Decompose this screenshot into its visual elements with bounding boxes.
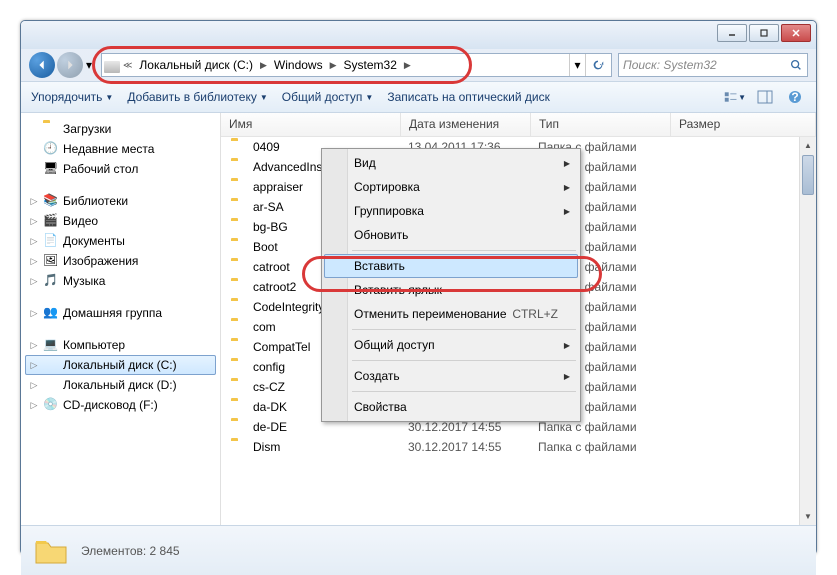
nav-history-dropdown[interactable]: ▾ [83, 55, 95, 75]
column-headers: Имя Дата изменения Тип Размер [221, 113, 816, 137]
sidebar-item-recent[interactable]: 🕘Недавние места [25, 139, 216, 159]
address-dropdown[interactable]: ▾ [569, 54, 585, 76]
menu-view[interactable]: Вид [324, 151, 578, 175]
scroll-thumb[interactable] [802, 155, 814, 195]
documents-icon: 📄 [43, 233, 59, 249]
vertical-scrollbar[interactable]: ▲ ▼ [799, 137, 816, 525]
sidebar-item-disk-c[interactable]: ▷Локальный диск (C:) [25, 355, 216, 375]
sidebar: Загрузки 🕘Недавние места 🖥Рабочий стол ▷… [21, 113, 221, 525]
explorer-window: ▾ ≪ Локальный диск (C:) ▶ Windows ▶ Syst… [20, 20, 817, 555]
chevron-right-icon[interactable]: ▶ [327, 60, 340, 71]
share-menu[interactable]: Общий доступ▼ [282, 90, 374, 104]
table-row[interactable]: Dism30.12.2017 14:55Папка с файлами [221, 437, 816, 457]
file-date: 30.12.2017 14:55 [408, 440, 538, 454]
homegroup-icon: 👥 [43, 305, 59, 321]
sidebar-item-disk-d[interactable]: ▷Локальный диск (D:) [25, 375, 216, 395]
menu-share[interactable]: Общий доступ [324, 333, 578, 357]
search-icon [789, 58, 803, 72]
col-size[interactable]: Размер [671, 113, 816, 136]
back-button[interactable] [29, 52, 55, 78]
breadcrumb-system32[interactable]: System32 [340, 55, 401, 75]
file-name: Dism [253, 440, 408, 454]
breadcrumb-disk[interactable]: Локальный диск (C:) [135, 55, 257, 75]
desktop-icon: 🖥 [43, 161, 59, 177]
libraries-icon: 📚 [43, 193, 59, 209]
toolbar: Упорядочить▼ Добавить в библиотеку▼ Общи… [21, 81, 816, 113]
menu-create[interactable]: Создать [324, 364, 578, 388]
sidebar-item-homegroup[interactable]: ▷👥Домашняя группа [25, 303, 216, 323]
search-input[interactable]: Поиск: System32 [618, 53, 808, 77]
col-type[interactable]: Тип [531, 113, 671, 136]
address-bar[interactable]: ≪ Локальный диск (C:) ▶ Windows ▶ System… [101, 53, 612, 77]
svg-text:?: ? [791, 90, 798, 104]
sidebar-item-computer[interactable]: ▷💻Компьютер [25, 335, 216, 355]
add-library-menu[interactable]: Добавить в библиотеку▼ [127, 90, 267, 104]
file-pane[interactable]: Имя Дата изменения Тип Размер 040913.04.… [221, 113, 816, 525]
menu-refresh[interactable]: Обновить [324, 223, 578, 247]
file-name: de-DE [253, 420, 408, 434]
scroll-up-button[interactable]: ▲ [800, 137, 816, 154]
sidebar-item-music[interactable]: ▷🎵Музыка [25, 271, 216, 291]
sidebar-item-pictures[interactable]: ▷🖼Изображения [25, 251, 216, 271]
file-date: 30.12.2017 14:55 [408, 420, 538, 434]
pictures-icon: 🖼 [43, 253, 59, 269]
file-type: Папка с файлами [538, 440, 688, 454]
menu-paste[interactable]: Вставить [324, 254, 578, 278]
body: Загрузки 🕘Недавние места 🖥Рабочий стол ▷… [21, 113, 816, 525]
breadcrumb-windows[interactable]: Windows [270, 55, 327, 75]
menu-undo-rename[interactable]: Отменить переименованиеCTRL+Z [324, 302, 578, 326]
chevron-icon[interactable]: ≪ [120, 60, 135, 71]
view-mode-button[interactable]: ▼ [724, 86, 746, 108]
sidebar-item-desktop[interactable]: 🖥Рабочий стол [25, 159, 216, 179]
col-name[interactable]: Имя [221, 113, 401, 136]
close-button[interactable] [781, 24, 811, 42]
video-icon: 🎬 [43, 213, 59, 229]
preview-pane-button[interactable] [754, 86, 776, 108]
menu-paste-shortcut[interactable]: Вставить ярлык [324, 278, 578, 302]
statusbar: Элементов: 2 845 [21, 525, 816, 575]
chevron-right-icon[interactable]: ▶ [257, 60, 270, 71]
sidebar-item-downloads[interactable]: Загрузки [25, 119, 216, 139]
menu-properties[interactable]: Свойства [324, 395, 578, 419]
context-menu: Вид Сортировка Группировка Обновить Вста… [321, 148, 581, 422]
status-count: Элементов: 2 845 [81, 544, 180, 558]
help-button[interactable]: ? [784, 86, 806, 108]
chevron-right-icon[interactable]: ▶ [401, 60, 414, 71]
sidebar-item-cdrom[interactable]: ▷💿CD-дисковод (F:) [25, 395, 216, 415]
col-date[interactable]: Дата изменения [401, 113, 531, 136]
organize-menu[interactable]: Упорядочить▼ [31, 90, 113, 104]
maximize-button[interactable] [749, 24, 779, 42]
menu-sort[interactable]: Сортировка [324, 175, 578, 199]
titlebar [21, 21, 816, 49]
burn-button[interactable]: Записать на оптический диск [387, 90, 550, 104]
refresh-button[interactable] [585, 54, 609, 76]
drive-icon [104, 57, 120, 73]
forward-button[interactable] [57, 52, 83, 78]
computer-icon: 💻 [43, 337, 59, 353]
music-icon: 🎵 [43, 273, 59, 289]
sidebar-item-libraries[interactable]: ▷📚Библиотеки [25, 191, 216, 211]
folder-icon [33, 533, 69, 569]
file-type: Папка с файлами [538, 420, 688, 434]
minimize-button[interactable] [717, 24, 747, 42]
nav-row: ▾ ≪ Локальный диск (C:) ▶ Windows ▶ Syst… [21, 49, 816, 81]
search-placeholder: Поиск: System32 [623, 58, 717, 72]
recent-icon: 🕘 [43, 141, 59, 157]
cdrom-icon: 💿 [43, 397, 59, 413]
sidebar-item-documents[interactable]: ▷📄Документы [25, 231, 216, 251]
menu-group[interactable]: Группировка [324, 199, 578, 223]
scroll-down-button[interactable]: ▼ [800, 508, 816, 525]
sidebar-item-video[interactable]: ▷🎬Видео [25, 211, 216, 231]
